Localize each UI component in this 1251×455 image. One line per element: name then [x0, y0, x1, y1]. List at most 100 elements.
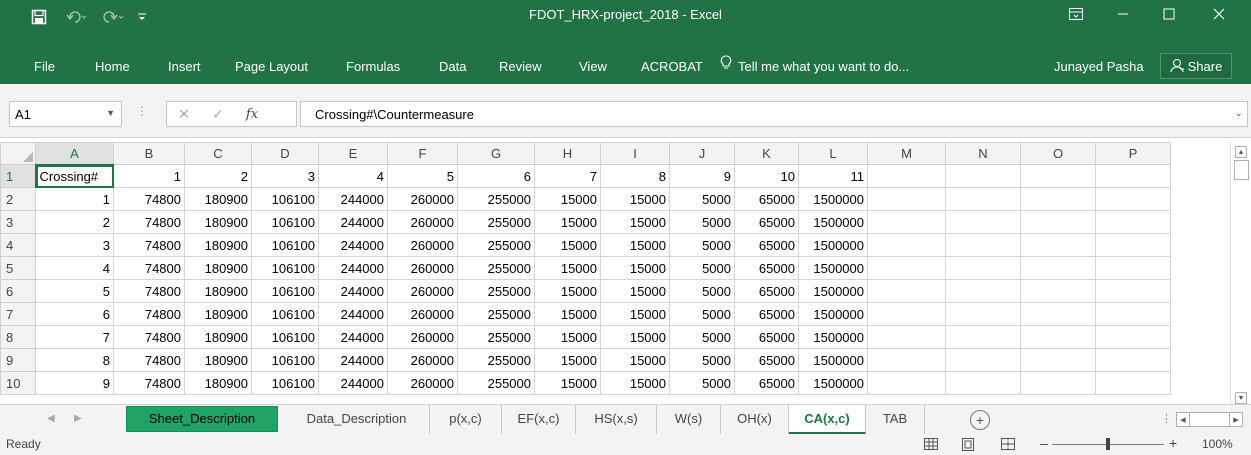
grid-cell[interactable]: 260000	[387, 302, 458, 326]
row-header[interactable]: 7	[0, 302, 36, 326]
resize-handle-icon[interactable]: ⋮	[136, 104, 148, 118]
grid-cell[interactable]	[867, 187, 946, 211]
tab-page-layout[interactable]: Page Layout	[235, 55, 308, 79]
grid-cell[interactable]: 255000	[457, 279, 535, 303]
grid-cell[interactable]: 244000	[318, 348, 388, 372]
row-header[interactable]: 4	[0, 233, 36, 257]
grid-cell[interactable]: 5000	[669, 325, 735, 349]
grid-cell[interactable]: 106100	[251, 371, 319, 395]
row-header[interactable]: 1	[0, 164, 37, 188]
grid-cell[interactable]	[945, 302, 1021, 326]
grid-cell[interactable]: 5	[35, 279, 114, 303]
grid-cell[interactable]: 255000	[457, 187, 535, 211]
grid-cell[interactable]	[1095, 164, 1171, 188]
grid-cell[interactable]: 65000	[734, 325, 799, 349]
sheet-tab-data-description[interactable]: Data_Description	[284, 405, 430, 434]
grid-cell[interactable]: 74800	[113, 371, 185, 395]
grid-cell[interactable]	[867, 233, 946, 257]
grid-cell[interactable]: 65000	[734, 279, 799, 303]
minimize-icon[interactable]	[1100, 0, 1146, 28]
grid-cell[interactable]: 8	[600, 164, 670, 188]
page-layout-view-icon[interactable]	[960, 436, 976, 452]
prev-sheet-icon[interactable]: ◀	[47, 413, 55, 424]
formula-input[interactable]: Crossing#\Countermeasure ⌄	[300, 101, 1248, 127]
grid-cell[interactable]: 9	[669, 164, 735, 188]
grid-cell[interactable]	[1095, 233, 1171, 257]
horizontal-scrollbar[interactable]: ◀ ▶	[1176, 412, 1243, 427]
grid-cell[interactable]: 260000	[387, 371, 458, 395]
grid-cell[interactable]: 11	[798, 164, 868, 188]
grid-cell[interactable]: 1500000	[798, 348, 868, 372]
grid-cell[interactable]	[1020, 325, 1096, 349]
column-header[interactable]: N	[945, 142, 1021, 165]
grid-cell[interactable]: 74800	[113, 325, 185, 349]
grid-cell[interactable]	[867, 164, 946, 188]
grid-cell[interactable]: 180900	[184, 187, 252, 211]
grid-cell[interactable]	[1020, 256, 1096, 280]
share-button[interactable]: Share	[1160, 53, 1232, 79]
grid-cell[interactable]: 5000	[669, 233, 735, 257]
grid-cell[interactable]: 5000	[669, 256, 735, 280]
tell-me-box[interactable]: Tell me what you want to do...	[720, 55, 909, 79]
grid-cell[interactable]	[945, 233, 1021, 257]
grid-cell[interactable]: 7	[534, 164, 601, 188]
grid-cell[interactable]	[1020, 348, 1096, 372]
column-header[interactable]: A	[35, 142, 114, 166]
zoom-in-icon[interactable]: +	[1169, 435, 1177, 451]
grid-cell[interactable]: 1500000	[798, 187, 868, 211]
grid-cell[interactable]: 74800	[113, 233, 185, 257]
column-header[interactable]: I	[600, 142, 670, 165]
grid-cell[interactable]: 180900	[184, 371, 252, 395]
grid-cell[interactable]: 74800	[113, 348, 185, 372]
grid-cell[interactable]: 6	[457, 164, 535, 188]
row-header[interactable]: 6	[0, 279, 36, 303]
grid-cell[interactable]: 1500000	[798, 371, 868, 395]
tab-insert[interactable]: Insert	[168, 55, 201, 79]
grid-cell[interactable]: 1500000	[798, 279, 868, 303]
grid-cell[interactable]: 5000	[669, 279, 735, 303]
row-header[interactable]: 8	[0, 325, 36, 349]
grid-cell[interactable]: 74800	[113, 256, 185, 280]
tab-view[interactable]: View	[579, 55, 607, 79]
grid-cell[interactable]	[867, 210, 946, 234]
sheet-tab-tab[interactable]: TAB	[866, 405, 925, 434]
grid-cell[interactable]: 65000	[734, 371, 799, 395]
grid-cell[interactable]: 1	[35, 187, 114, 211]
grid-cell[interactable]: 106100	[251, 348, 319, 372]
grid-cell[interactable]: 1500000	[798, 233, 868, 257]
grid-cell[interactable]	[945, 164, 1021, 188]
grid-cell[interactable]: 5000	[669, 187, 735, 211]
grid-cell[interactable]: 255000	[457, 256, 535, 280]
maximize-icon[interactable]	[1146, 0, 1192, 28]
grid-cell[interactable]: 65000	[734, 233, 799, 257]
grid-cell[interactable]: 5000	[669, 371, 735, 395]
column-header[interactable]: M	[867, 142, 946, 165]
grid-cell[interactable]: 244000	[318, 210, 388, 234]
grid-cell[interactable]: 255000	[457, 325, 535, 349]
scroll-up-icon[interactable]: ▲	[1235, 146, 1247, 158]
grid-cell[interactable]: 2	[184, 164, 252, 188]
column-header[interactable]: K	[734, 142, 799, 165]
add-sheet-icon[interactable]: +	[970, 410, 990, 430]
scroll-down-icon[interactable]: ▼	[1235, 392, 1247, 404]
grid-cell[interactable]: 244000	[318, 302, 388, 326]
grid-cell[interactable]	[945, 371, 1021, 395]
grid-cell[interactable]: 244000	[318, 233, 388, 257]
grid-cell[interactable]: 15000	[600, 302, 670, 326]
grid-cell[interactable]: 15000	[534, 371, 601, 395]
scroll-left-icon[interactable]: ◀	[1177, 413, 1190, 426]
row-header[interactable]: 2	[0, 187, 36, 211]
grid-cell[interactable]: 244000	[318, 371, 388, 395]
grid-cell[interactable]: 260000	[387, 233, 458, 257]
grid-cell[interactable]: 15000	[600, 187, 670, 211]
grid-cell[interactable]	[945, 210, 1021, 234]
grid-cell[interactable]: 74800	[113, 279, 185, 303]
row-header[interactable]: 10	[0, 371, 36, 395]
grid-cell[interactable]: 15000	[534, 325, 601, 349]
grid-cell[interactable]: 244000	[318, 325, 388, 349]
scroll-thumb[interactable]	[1234, 160, 1249, 180]
column-header[interactable]: D	[251, 142, 319, 165]
grid-cell[interactable]: 180900	[184, 302, 252, 326]
grid-cell[interactable]: 15000	[600, 279, 670, 303]
grid-cell[interactable]: 1500000	[798, 210, 868, 234]
